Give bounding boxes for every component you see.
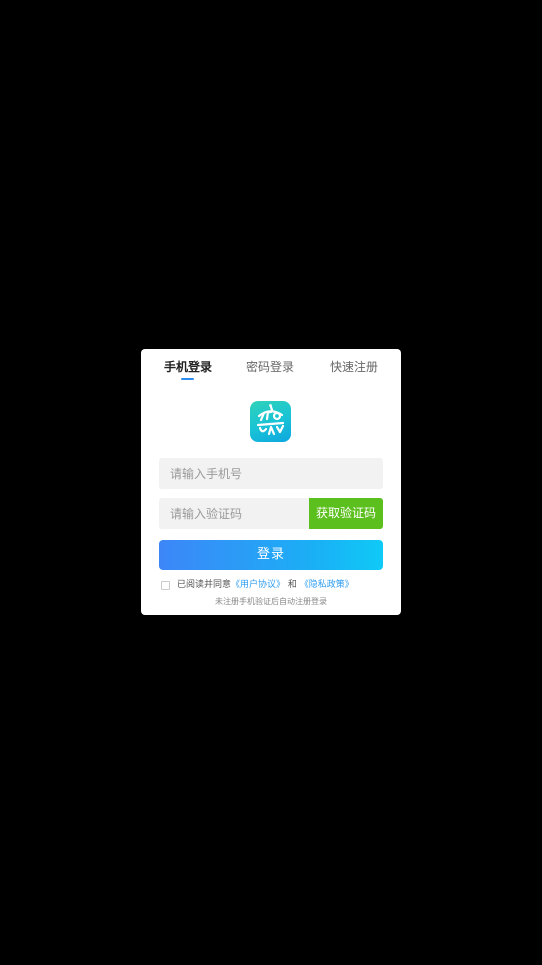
agreement-prefix: 已阅读并同意	[177, 580, 232, 590]
phone-input-wrapper	[159, 458, 383, 489]
tab-phone-login[interactable]: 手机登录	[164, 359, 212, 375]
app-logo-icon	[250, 401, 291, 442]
tab-quick-register[interactable]: 快速注册	[330, 359, 378, 375]
agreement-text: 已阅读并同意《用户协议》 和 《隐私政策》	[177, 579, 354, 591]
agreement-conjunction: 和	[287, 580, 297, 590]
user-agreement-link[interactable]: 《用户协议》	[231, 580, 285, 590]
agreement-checkbox[interactable]	[161, 581, 170, 590]
login-tabs: 手机登录 密码登录 快速注册	[141, 349, 401, 383]
active-tab-indicator	[181, 378, 194, 380]
tab-password-login[interactable]: 密码登录	[246, 359, 294, 375]
agreement-row: 已阅读并同意《用户协议》 和 《隐私政策》	[161, 579, 391, 591]
code-input-wrapper	[159, 498, 309, 529]
login-button[interactable]: 登录	[159, 540, 383, 570]
privacy-policy-link[interactable]: 《隐私政策》	[300, 580, 354, 590]
login-dialog: 手机登录 密码登录 快速注册 获取验证码 登录	[141, 349, 401, 615]
phone-input[interactable]	[159, 458, 383, 489]
get-code-button[interactable]: 获取验证码	[309, 498, 383, 529]
auto-register-hint: 未注册手机验证后自动注册登录	[215, 597, 327, 606]
verification-code-input[interactable]	[159, 498, 309, 529]
